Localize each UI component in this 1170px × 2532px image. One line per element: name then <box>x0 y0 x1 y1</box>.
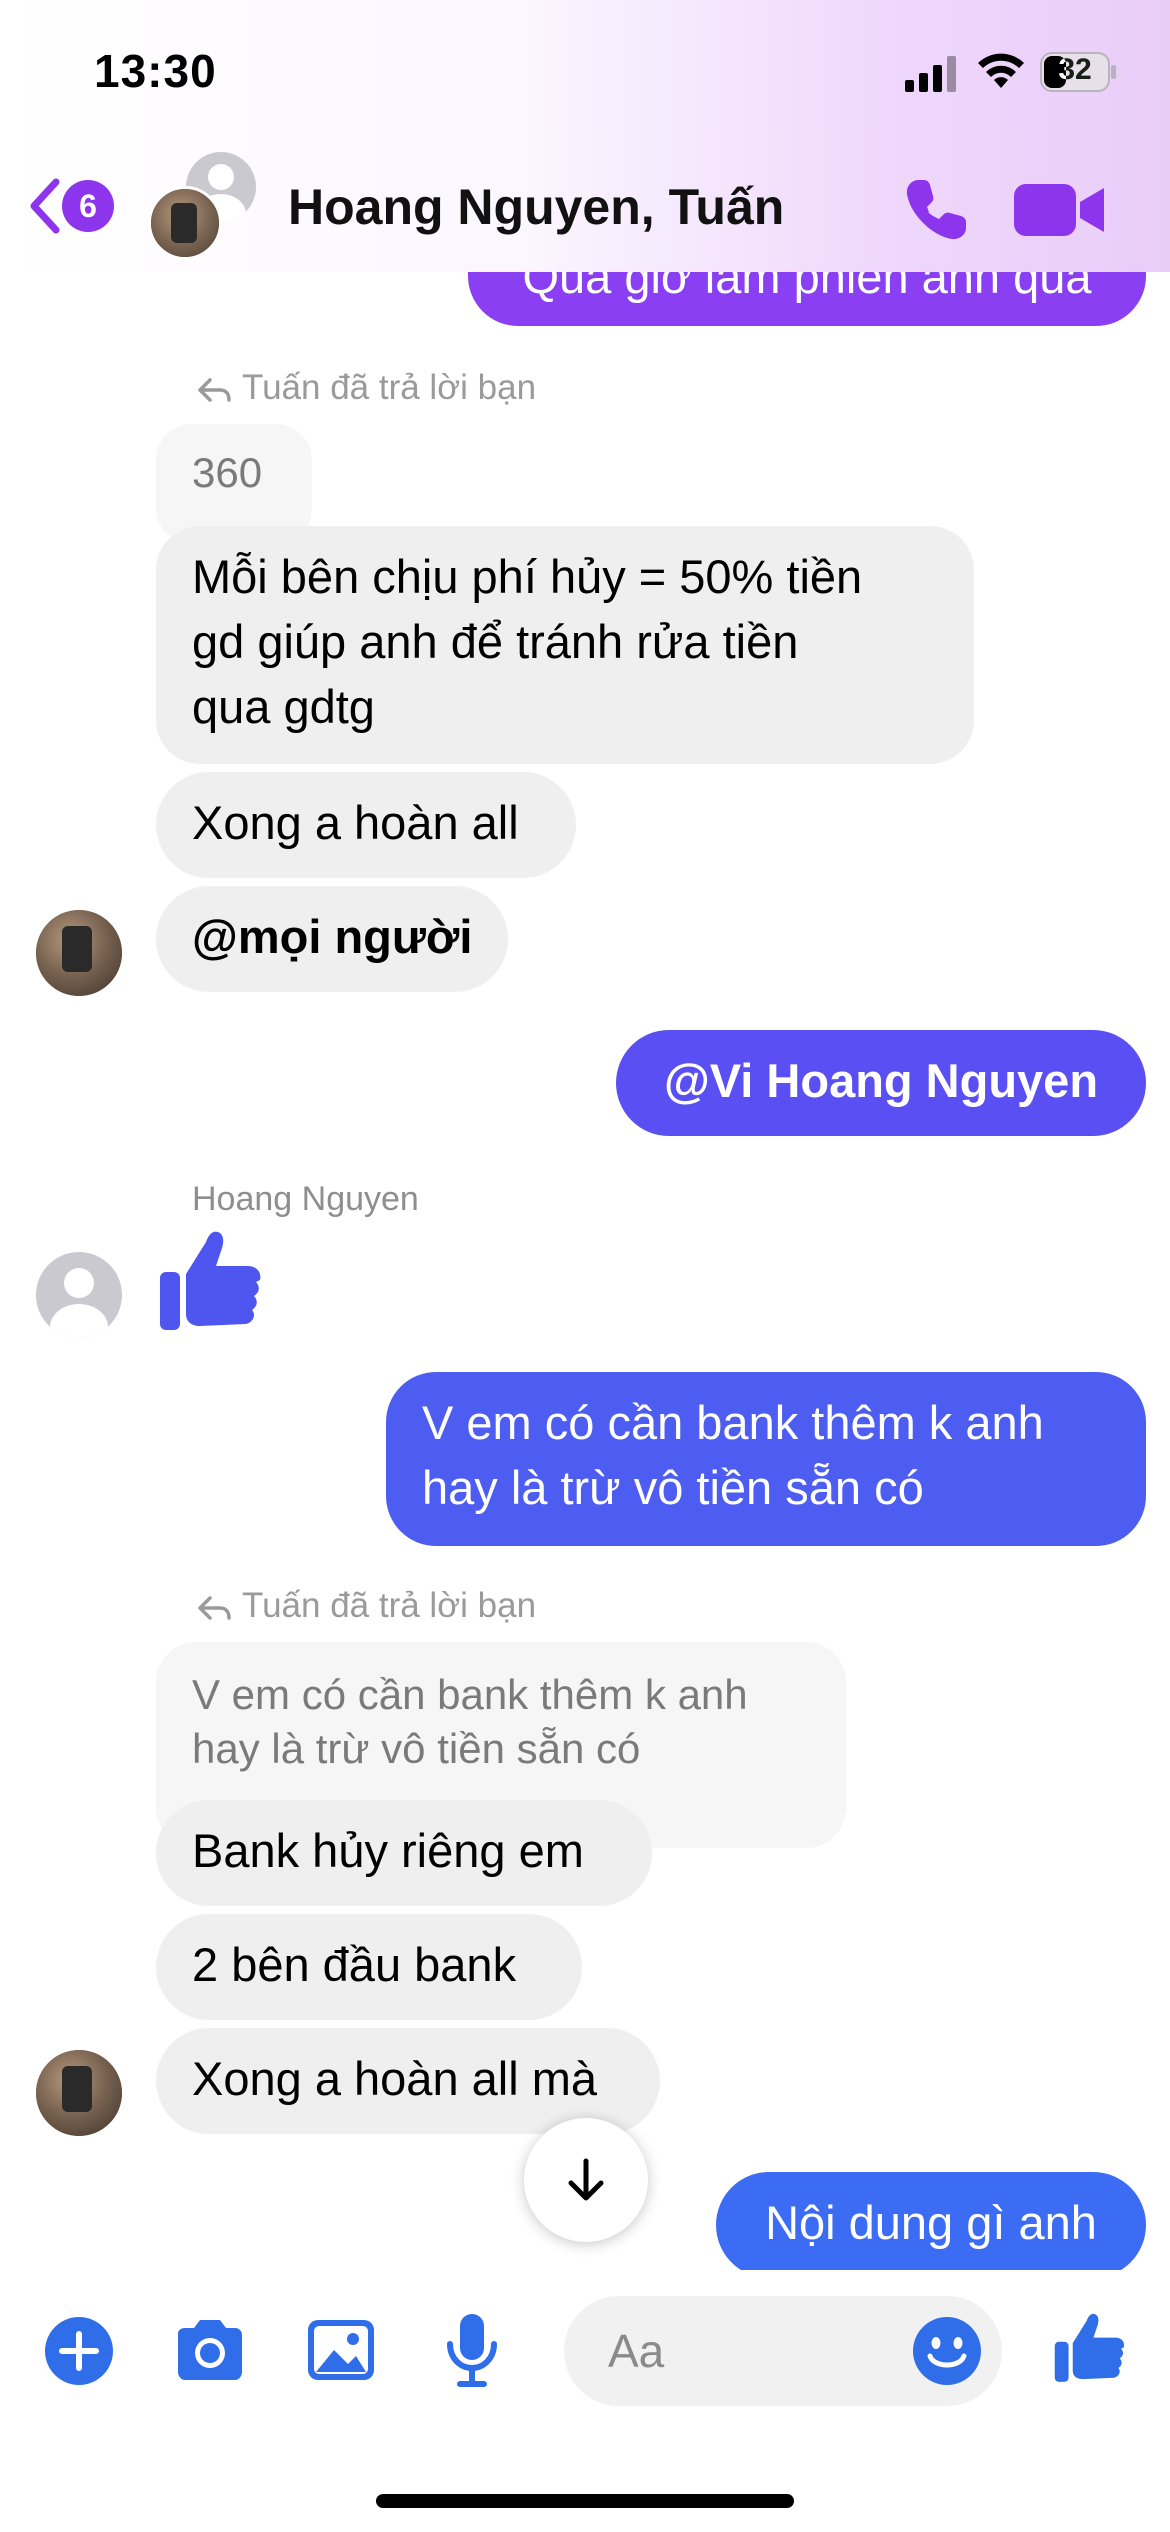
microphone-icon[interactable] <box>444 2312 500 2388</box>
group-avatar[interactable] <box>148 150 268 270</box>
image-icon[interactable] <box>306 2318 376 2382</box>
reply-indicator: Tuấn đã trả lời bạn <box>196 368 536 408</box>
scroll-to-bottom-button[interactable] <box>524 2118 648 2242</box>
wifi-icon <box>978 53 1024 88</box>
emoji-icon[interactable] <box>912 2316 982 2386</box>
sender-name: Hoang Nguyen <box>192 1180 419 1218</box>
reply-indicator: Tuấn đã trả lời bạn <box>196 1586 536 1626</box>
unread-count-badge: 6 <box>62 180 114 232</box>
arrow-down-icon <box>568 2158 604 2201</box>
like-thumb-icon[interactable] <box>1052 2310 1128 2386</box>
camera-icon[interactable] <box>172 2318 248 2382</box>
back-button[interactable]: 6 <box>28 176 124 236</box>
back-chevron-icon <box>30 178 60 234</box>
home-indicator <box>376 2494 794 2508</box>
incoming-message[interactable]: @mọi người <box>156 886 508 992</box>
reply-arrow-icon <box>198 1596 231 1620</box>
like-thumb-icon[interactable] <box>156 1226 266 1336</box>
incoming-message[interactable]: Xong a hoàn all <box>156 772 576 878</box>
incoming-message[interactable]: 2 bên đầu bank <box>156 1914 582 2020</box>
incoming-message[interactable]: Mỗi bên chịu phí hủy = 50% tiền gd giúp … <box>156 526 974 764</box>
video-camera-icon[interactable] <box>1012 180 1108 240</box>
battery-indicator: 32 <box>1040 52 1118 92</box>
phone-icon[interactable] <box>900 174 972 246</box>
chat-header: 13:30 32 6 Hoang Nguyen, Tuấn <box>0 0 1170 272</box>
incoming-message[interactable]: Bank hủy riêng em <box>156 1800 652 1906</box>
battery-level: 32 <box>1058 53 1092 86</box>
sender-avatar[interactable] <box>36 910 122 996</box>
member-avatar-photo <box>148 186 222 260</box>
cellular-signal-icon <box>905 56 956 92</box>
chat-title[interactable]: Hoang Nguyen, Tuấn <box>288 178 784 236</box>
outgoing-message[interactable]: @Vi Hoang Nguyen <box>616 1030 1146 1136</box>
sender-avatar[interactable] <box>36 2050 122 2136</box>
plus-icon[interactable] <box>44 2316 114 2386</box>
outgoing-message[interactable]: V em có cần bank thêm k anh hay là trừ v… <box>386 1372 1146 1546</box>
outgoing-message[interactable]: Nội dung gì anh <box>716 2172 1146 2278</box>
status-time: 13:30 <box>94 45 217 97</box>
reply-arrow-icon <box>198 378 231 402</box>
sender-avatar[interactable] <box>36 1252 122 1338</box>
